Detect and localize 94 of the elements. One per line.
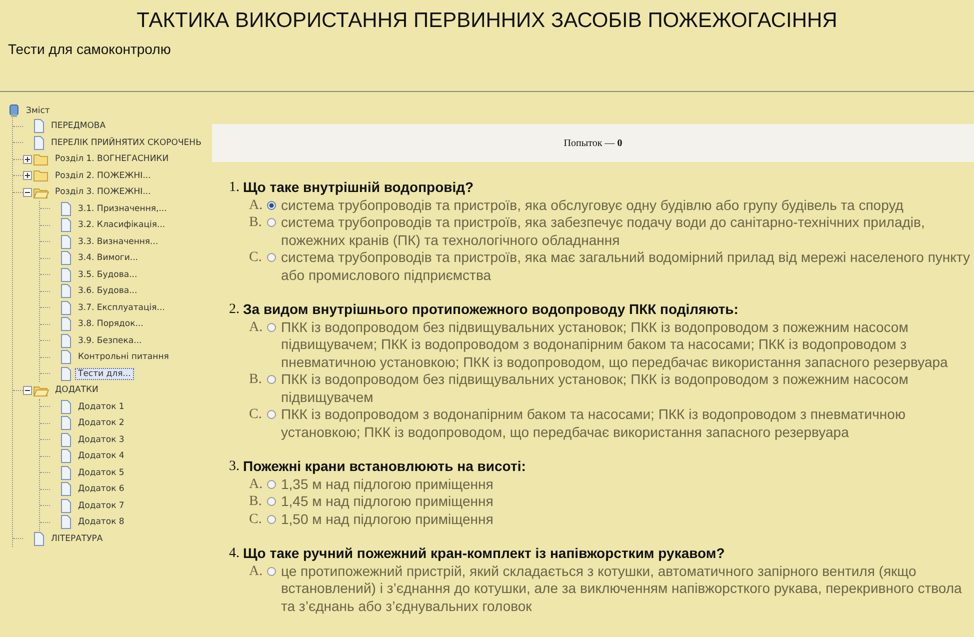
answer-text: ПКК із водопроводом з водонапірним баком та насосами; ПКК із водопроводом з пневматичною установкою; ПКК із водопроводом, що передбачає використання запасного резервуара [281,406,906,441]
page-icon [60,317,72,332]
page-icon [60,334,72,348]
radio-button[interactable] [267,253,276,262]
answer-letter: C. [249,406,263,424]
question-number: 3. [229,458,240,476]
answer-letter: A. [249,476,264,493]
page-icon [60,234,72,249]
answer-text: система трубопроводів та пристроїв, яка має загальний водомірний прилад від мережі населеного пункту або промислового підприємства [281,249,971,284]
page-icon [60,449,72,464]
page-icon [60,466,72,480]
tree-item[interactable]: Додаток 7 [75,500,128,512]
page-icon [33,136,45,150]
page-icon [60,268,72,282]
tree-item[interactable]: 3.5. Будова... [75,268,140,281]
folder-icon [33,169,49,182]
tree-item[interactable]: Додаток 8 [75,516,128,528]
tree-item[interactable]: 3.3. Визначення... [75,236,162,248]
tree-item[interactable]: 3.8. Порядок... [75,318,146,330]
question-text: За видом внутрішнього протипожежного водопроводу ПКК поділяють: [243,301,738,318]
tree-item[interactable]: Додаток 1 [75,400,128,413]
tree-root-label[interactable]: Зміст [23,105,53,117]
page-icon [60,432,72,447]
answer-text: 1,45 м над підлогою приміщення [281,493,494,510]
tree-item[interactable]: ПЕРЕДМОВА [48,120,109,132]
book-icon [8,104,20,118]
tree-item[interactable]: Додаток 6 [75,483,128,496]
question-number: 1. [229,179,240,196]
tree-item[interactable]: 3.1. Призначення,... [75,202,170,215]
answer-letter: B. [249,214,263,232]
answer-letter: B. [249,493,263,510]
tree-item[interactable]: 3.2. Класифікація... [75,219,168,232]
page-icon [60,416,72,430]
tree-item[interactable]: 3.7. Експлуатація... [75,302,168,314]
page-icon [60,366,72,381]
answer-text: ПКК із водопроводом без підвищувальних установок; ПКК із водопроводом з пожежним насосом підвищувачем [281,371,910,406]
page-icon [60,300,72,315]
radio-button[interactable] [267,410,276,419]
page-icon [60,482,72,496]
question-text: Пожежні крани встановлюють на висоті: [243,458,526,476]
page-icon [60,498,72,513]
radio-button[interactable] [267,375,276,384]
answer-letter: A. [249,318,264,336]
radio-button[interactable] [267,200,276,210]
tree-item[interactable]: Розділ 1. ВОГНЕГАСНИКИ [52,153,172,166]
tree-item[interactable]: 3.6. Будова... [75,285,140,298]
folder-icon [33,384,49,397]
page-icon [33,119,45,134]
radio-button[interactable] [267,514,276,524]
radio-button[interactable] [267,566,276,576]
tree-item[interactable]: ЛІТЕРАТУРА [48,532,106,545]
answer-text: це протипожежний пристрій, який складається з котушки, автоматичного запірного вентиля (якщо встановлений) і з’єднання до котушки, але за виключенням напівжорсткого рукава, перекривного ствола та з’єднань або з’єднувальних головок [281,562,963,615]
answer-text: 1,50 м над підлогою приміщення [281,510,494,528]
answer-text: ПКК із водопроводом без підвищувальних установок; ПКК із водопроводом з пожежним насосом підвищувачем; ПКК із водопроводом з водонапірним баком та насосами; ПКК із водопроводом з пневматичною установкою; ПКК із водопроводом, що передбачає використання запасного резервуара [281,318,949,371]
page-icon [60,400,72,414]
tree-item[interactable]: Додаток 4 [75,450,128,462]
folder-icon [33,152,49,166]
page-icon [33,532,45,546]
tree-item[interactable]: Розділ 3. ПОЖЕЖНІ... [52,186,154,198]
tree-item[interactable]: 3.9. Безпека... [75,334,145,347]
tree-item[interactable]: Контрольні питання [75,351,172,364]
page-icon [60,218,72,232]
question-number: 2. [229,301,240,318]
answer-letter: B. [249,371,263,388]
answer-letter: A. [249,562,264,580]
tree-item[interactable]: Додаток 3 [75,434,128,446]
page-icon [60,251,72,266]
folder-icon [33,186,49,199]
section-title: Тести для самоконтролю [7,40,172,59]
question-number: 4. [229,545,240,562]
answer-letter: C. [249,249,263,266]
question-text: Що таке ручний пожежний кран-комплект із напівжорстким рукавом? [243,545,725,562]
answer-letter: A. [249,196,264,214]
tree-item[interactable]: Додаток 5 [75,466,128,479]
tree-item[interactable]: Тести для... [75,368,134,380]
answer-text: система трубопроводів та пристроїв, яка обслуговує одну будівлю або групу будівель та споруд [281,196,904,214]
attempts-label: Попыток — 0 [564,138,622,148]
answer-letter: C. [249,510,263,528]
page-title: ТАКТИКА ВИКОРИСТАННЯ ПЕРВИННИХ ЗАСОБІВ ПОЖЕЖОГАСІННЯ [136,8,838,34]
tree-item[interactable]: 3.4. Вимоги... [75,252,141,264]
page-icon [60,284,72,298]
page-icon [60,515,72,530]
radio-button[interactable] [267,322,276,332]
tree-item[interactable]: Розділ 2. ПОЖЕЖНІ... [52,170,154,182]
answer-text: 1,35 м над підлогою приміщення [281,476,494,493]
page-icon [60,350,72,364]
radio-button[interactable] [267,218,276,227]
radio-button[interactable] [267,497,276,506]
question-text: Що таке внутрішній водопровід? [243,179,474,196]
radio-button[interactable] [267,480,276,488]
page-icon [60,202,72,216]
tree-item[interactable]: ДОДАТКИ [52,384,102,396]
tree-item[interactable]: ПЕРЕЛІК ПРИЙНЯТИХ СКОРОЧЕНЬ [48,136,204,149]
tree-item[interactable]: Додаток 2 [75,417,128,430]
